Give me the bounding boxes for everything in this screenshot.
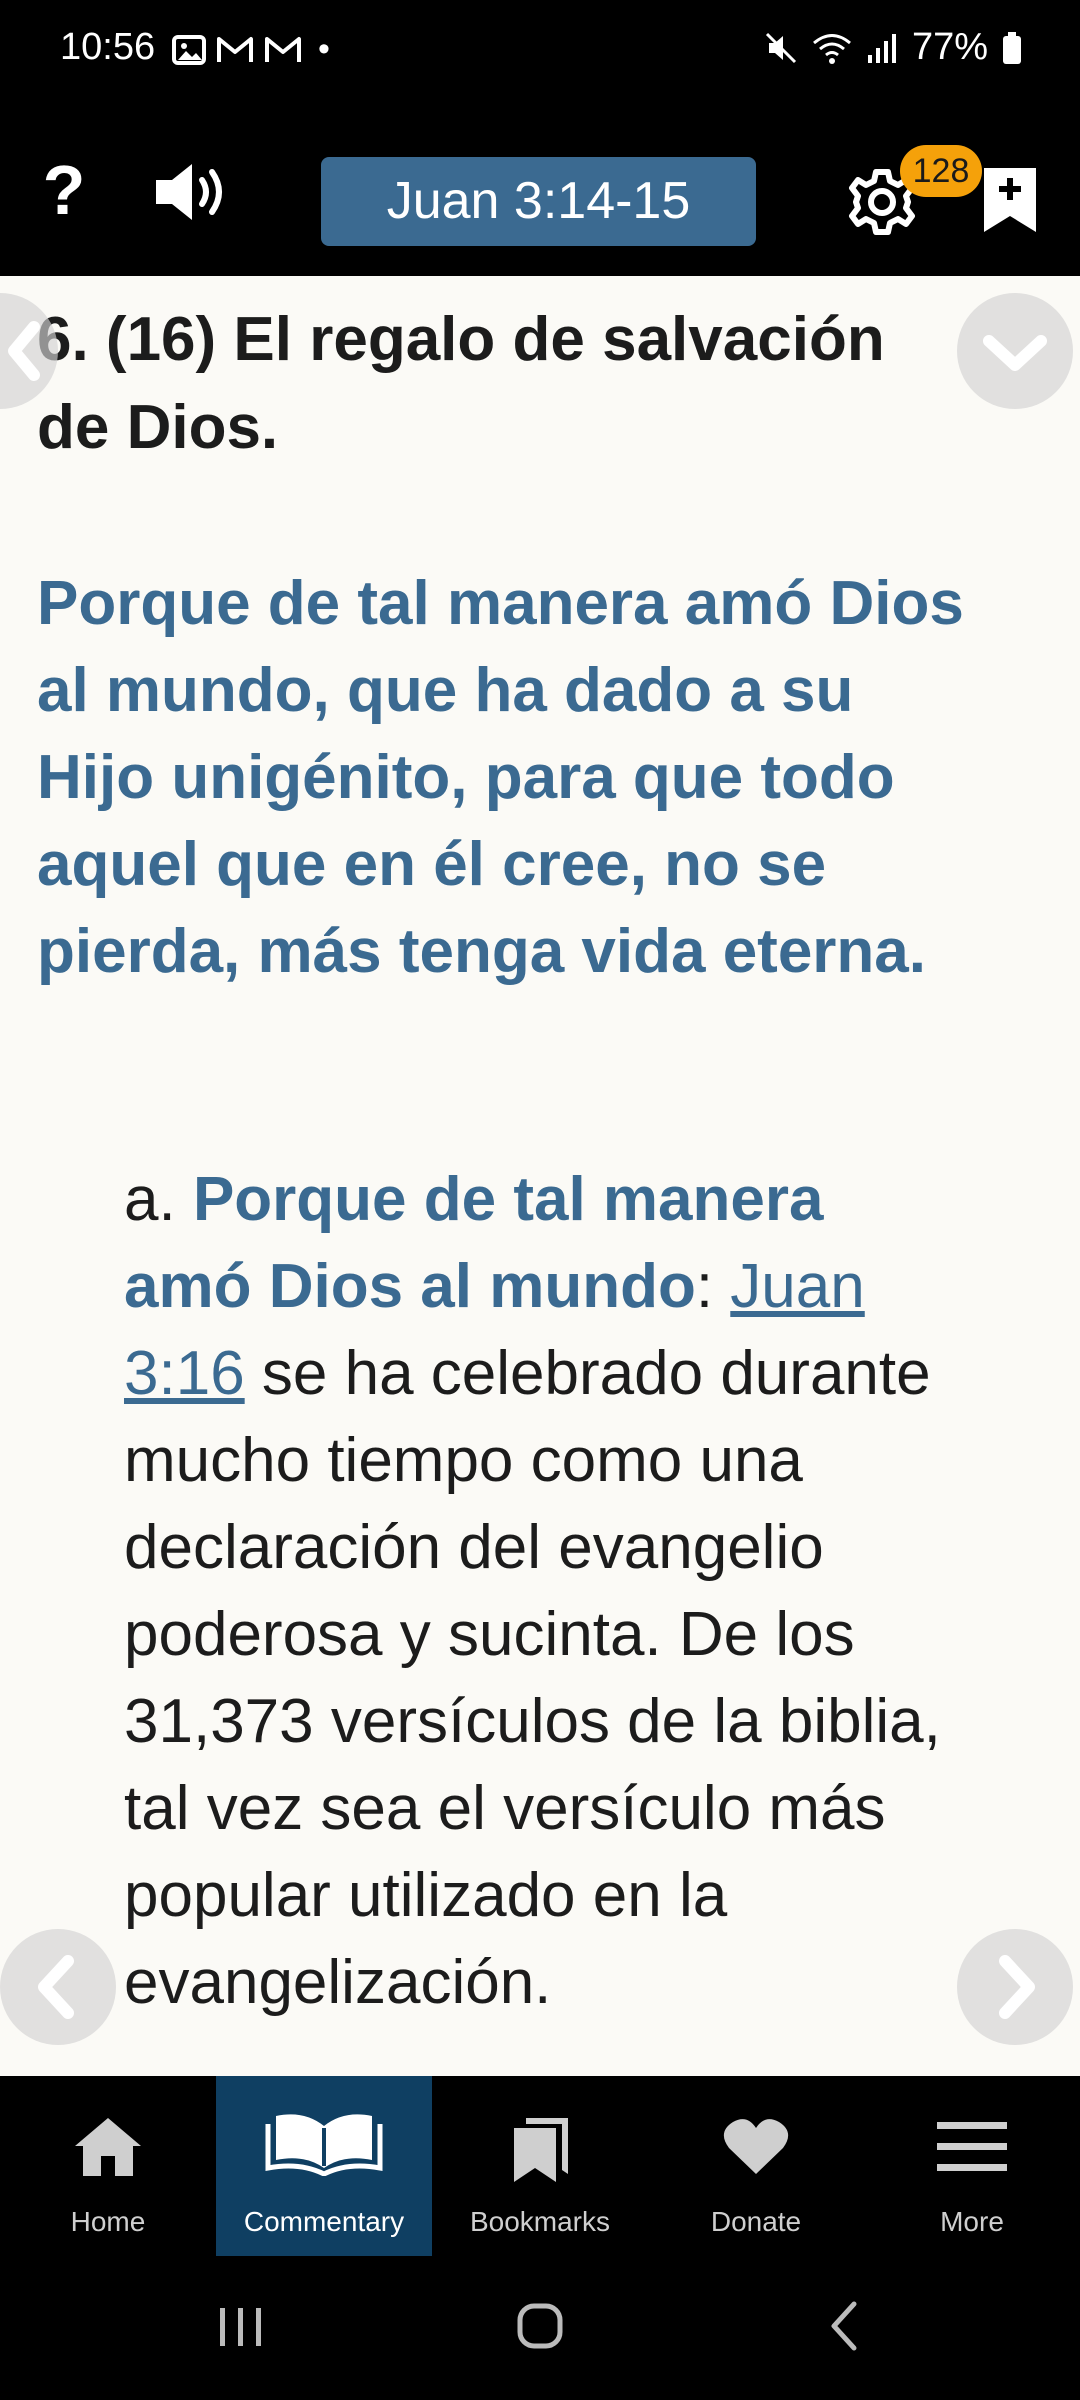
back-button[interactable] — [806, 2296, 886, 2356]
chevron-left-icon — [38, 1955, 74, 2019]
speaker-icon — [156, 164, 222, 220]
comment-marker: a. — [124, 1165, 193, 1234]
nav-more-label: More — [940, 2206, 1004, 2237]
gmail-icon — [217, 36, 253, 62]
chevron-down-icon — [983, 335, 1047, 371]
home-system-button[interactable] — [500, 2296, 580, 2356]
app-header: ? Juan 3:14-15 128 — [0, 100, 1080, 276]
bookmarks-icon — [514, 2118, 568, 2182]
battery-icon — [1003, 31, 1021, 64]
bookmark-add-icon — [984, 168, 1036, 232]
collapse-button[interactable] — [0, 293, 58, 409]
menu-icon — [937, 2122, 1007, 2171]
comment-colon: : — [695, 1252, 731, 1321]
signal-icon — [867, 33, 896, 63]
nav-home[interactable]: Home — [0, 2076, 216, 2256]
system-status: 77% — [764, 26, 1022, 69]
battery-percent: 77% — [911, 26, 988, 68]
previous-section-button[interactable] — [0, 1929, 116, 2045]
nav-bookmarks[interactable]: Bookmarks — [432, 2076, 648, 2256]
nav-donate-label: Donate — [710, 2206, 802, 2237]
chevron-right-icon — [999, 1955, 1035, 2019]
gallery-icon — [172, 34, 206, 65]
open-book-icon — [265, 2114, 383, 2176]
recent-apps-button[interactable] — [200, 2296, 280, 2356]
comment-text: se ha celebrado durante mucho tiempo com… — [124, 1339, 941, 2017]
notification-icons: • — [172, 30, 330, 69]
scripture-verse: Porque de tal manera amó Dios al mundo, … — [37, 569, 964, 986]
commentary-content[interactable]: 6. (16) El regalo de salvación de Dios. … — [0, 276, 1080, 2076]
nav-commentary-label: Commentary — [243, 2206, 405, 2237]
recent-apps-icon — [220, 2308, 261, 2346]
gmail-icon — [265, 36, 301, 62]
nav-home-label: Home — [70, 2206, 146, 2237]
notification-dot: • — [318, 30, 330, 68]
bottom-navigation: Home Commentary Bookmarks Donate More — [0, 2076, 1080, 2256]
mute-icon — [765, 32, 796, 63]
nav-bookmarks-label: Bookmarks — [469, 2206, 611, 2237]
home-icon — [75, 2118, 141, 2176]
next-section-button[interactable] — [957, 1929, 1073, 2045]
back-icon — [831, 2301, 857, 2351]
chevron-left-icon — [8, 321, 40, 381]
nav-more[interactable]: More — [864, 2076, 1080, 2256]
expand-button[interactable] — [957, 293, 1073, 409]
home-circle-icon — [517, 2303, 563, 2349]
system-navigation-bar — [0, 2256, 1080, 2400]
reference-selector-button[interactable]: Juan 3:14-15 — [321, 157, 756, 246]
help-button[interactable]: ? — [34, 150, 94, 230]
commentary-paragraph: a. Porque de tal manera amó Dios al mund… — [124, 1156, 954, 2026]
wifi-icon — [812, 33, 851, 64]
help-icon: ? — [42, 151, 86, 229]
notification-badge: 128 — [900, 145, 982, 197]
audio-button[interactable] — [150, 162, 240, 222]
nav-donate[interactable]: Donate — [648, 2076, 864, 2256]
add-bookmark-button[interactable] — [982, 166, 1038, 234]
heart-icon — [723, 2119, 789, 2174]
nav-commentary[interactable]: Commentary — [216, 2076, 432, 2256]
section-heading: 6. (16) El regalo de salvación de Dios. — [37, 305, 885, 462]
status-time: 10:56 — [60, 26, 156, 68]
status-bar: 10:56 • 77% — [0, 0, 1080, 100]
